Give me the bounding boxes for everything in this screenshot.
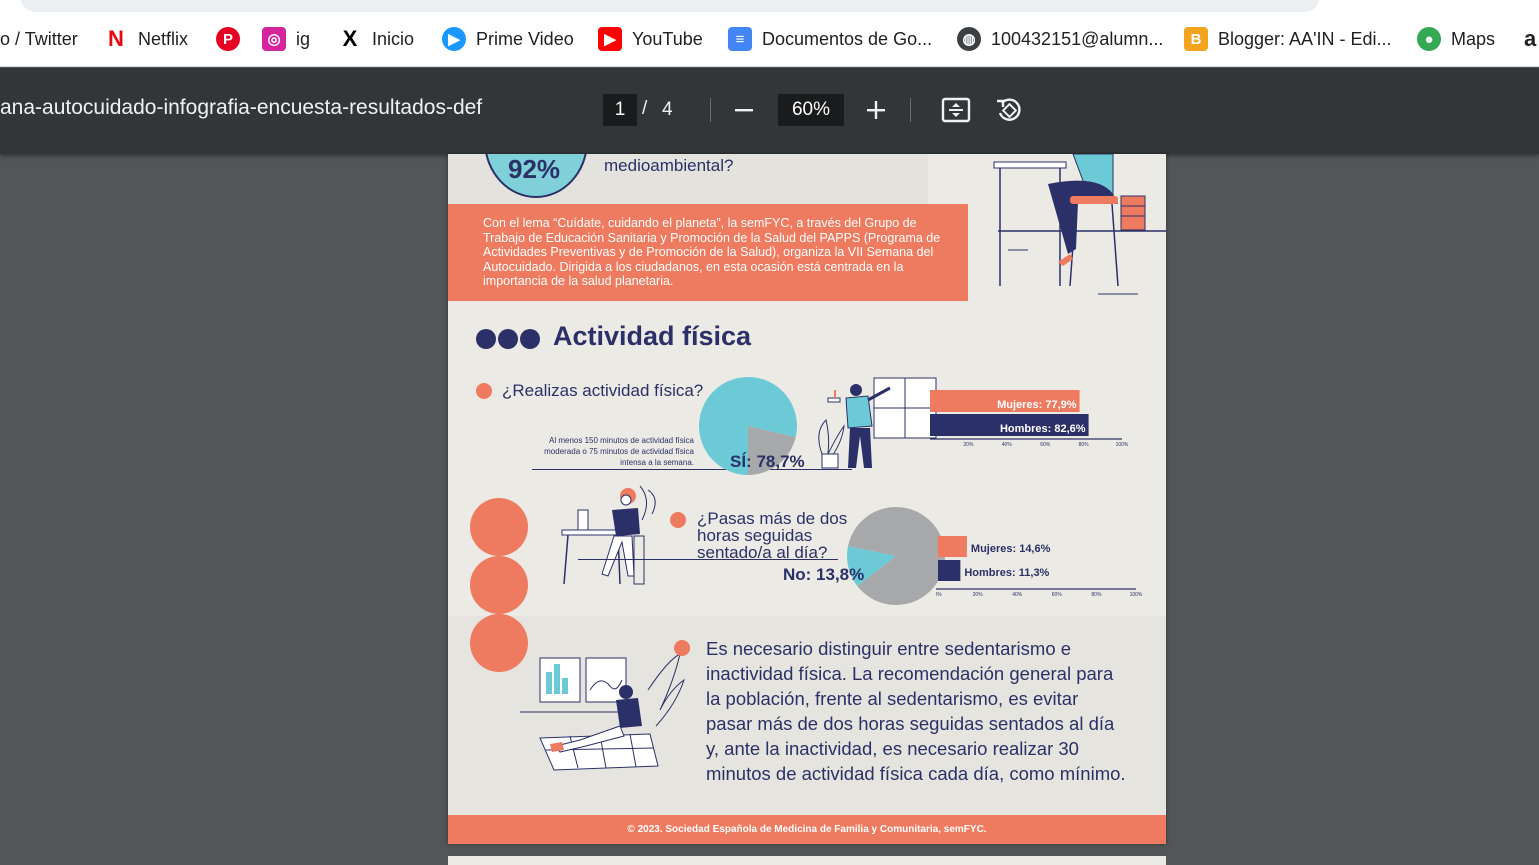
tick-label: 40% xyxy=(1012,592,1023,598)
sitting-pie-label: No: 13,8% xyxy=(783,565,865,584)
maps-icon: ● xyxy=(1417,27,1441,51)
tick-label: 100% xyxy=(1130,592,1143,598)
section-title: Actividad física xyxy=(553,321,752,351)
bookmark-label: Maps xyxy=(1451,28,1496,49)
zoom-level-input[interactable]: 60% xyxy=(778,94,844,126)
activity-bar-chart: Mujeres: 77,9% Hombres: 82,6% 20% 40% 60% 80%… xyxy=(930,390,1128,448)
section-dots xyxy=(476,329,540,349)
rule-line xyxy=(578,559,838,560)
youtube-icon: ▶ xyxy=(598,27,622,51)
tick-label: 40% xyxy=(1002,442,1013,448)
bar-label: Mujeres: 77,9% xyxy=(997,399,1077,411)
tick-label: 60% xyxy=(1052,592,1063,598)
pdf-toolbar: ana-autocuidado-infografia-encuesta-resu… xyxy=(0,68,1539,154)
deco-circle xyxy=(470,556,528,614)
prime-video-icon: ▶ xyxy=(442,27,466,51)
bookmark-item[interactable]: P xyxy=(216,24,240,54)
question-activity: ¿Realizas actividad física? xyxy=(502,381,704,400)
instagram-icon: ◎ xyxy=(262,27,286,51)
deco-circle xyxy=(470,498,528,556)
tick-label: 100% xyxy=(1116,442,1128,448)
pdf-page: 92% medioambiental? Con el lema “Cuídate… xyxy=(448,154,1166,844)
bookmark-item[interactable]: N Netflix xyxy=(104,24,188,54)
person-relaxing-illustration xyxy=(520,653,685,771)
question-sitting-line2: horas seguidas xyxy=(697,526,813,545)
bookmark-label: 100432151@alumn... xyxy=(991,28,1164,49)
bookmark-item[interactable]: ◎ ig xyxy=(262,24,310,54)
google-docs-icon: ≡ xyxy=(728,27,752,51)
globe-icon: ◍ xyxy=(957,27,981,51)
rotate-icon[interactable] xyxy=(993,94,1025,126)
bookmark-item[interactable]: B Blogger: AA'IN - Edi... xyxy=(1184,24,1392,54)
bar xyxy=(938,560,961,581)
zoom-in-button[interactable] xyxy=(858,92,894,128)
toolbar-divider xyxy=(710,98,711,122)
tick-label: 80% xyxy=(1091,592,1102,598)
bookmark-item[interactable]: a xyxy=(1524,24,1536,54)
intro-text: Con el lema “Cuídate, cuidando el planet… xyxy=(483,216,941,288)
bookmark-label: a xyxy=(1524,26,1537,51)
activity-pie-label: SÍ: 78,7% xyxy=(730,452,805,471)
x-twitter-icon: X xyxy=(342,26,358,51)
bookmark-label: Documentos de Go... xyxy=(762,28,933,49)
page-separator: / xyxy=(642,98,648,119)
bookmark-label: o / Twitter xyxy=(0,28,78,49)
plus-icon xyxy=(867,101,885,119)
page-number-input[interactable]: 1 xyxy=(603,94,637,126)
question-sitting-line1: ¿Pasas más de dos xyxy=(697,509,848,528)
document-title: ana-autocuidado-infografia-encuesta-resu… xyxy=(0,96,483,119)
bookmark-label: Netflix xyxy=(138,28,189,49)
bar-label: Hombres: 11,3% xyxy=(964,567,1049,579)
address-bar-edge[interactable] xyxy=(20,0,1320,12)
pinterest-icon: P xyxy=(216,27,240,51)
bullet-dot xyxy=(674,640,690,656)
tick-label: 0% xyxy=(936,592,942,598)
bar xyxy=(938,536,967,557)
bar-label: Mujeres: 14,6% xyxy=(971,543,1051,555)
top-question-tail: medioambiental? xyxy=(604,156,734,175)
minus-icon xyxy=(735,109,753,112)
bullet-dot xyxy=(670,512,686,528)
tick-label: 80% xyxy=(1079,442,1090,448)
tick-label: 20% xyxy=(973,592,984,598)
woman-laptop-illustration xyxy=(561,485,656,585)
bullet-dot xyxy=(476,383,492,399)
bookmark-item[interactable]: ● Maps xyxy=(1417,24,1495,54)
fit-page-icon[interactable] xyxy=(940,94,972,126)
bookmark-item[interactable]: o / Twitter xyxy=(0,24,78,54)
sedentarism-text: Es necesario distinguir entre sedentaris… xyxy=(706,638,1126,784)
sitting-pie-chart xyxy=(847,507,945,605)
person-desk-illustration xyxy=(993,154,1166,295)
toolbar-divider xyxy=(910,98,911,122)
activity-note: Al menos 150 minutos de actividad física… xyxy=(544,436,694,467)
bookmark-item[interactable]: X Inicio xyxy=(338,24,414,54)
page-footer: © 2023. Sociedad Española de Medicina de… xyxy=(448,815,1166,844)
sitting-bar-chart: Mujeres: 14,6% Hombres: 11,3% 0% 20% 40% 60% 8… xyxy=(936,536,1143,598)
bookmark-label: Blogger: AA'IN - Edi... xyxy=(1218,28,1392,49)
bookmark-item[interactable]: ▶ YouTube xyxy=(598,24,703,54)
tick-label: 60% xyxy=(1040,442,1051,448)
zoom-out-button[interactable] xyxy=(726,92,762,128)
person-exercise-illustration xyxy=(818,377,937,469)
intro-box: Con el lema “Cuídate, cuidando el planet… xyxy=(448,204,968,301)
bookmark-item[interactable]: ≡ Documentos de Go... xyxy=(728,24,932,54)
blogger-icon: B xyxy=(1184,27,1208,51)
bookmark-label: Prime Video xyxy=(476,28,574,49)
bookmark-item[interactable]: ◍ 100432151@alumn... xyxy=(957,24,1163,54)
page-total: 4 xyxy=(662,99,673,120)
bookmark-label: YouTube xyxy=(632,28,703,49)
top-percent: 92% xyxy=(508,154,561,184)
bookmarks-bar: o / Twitter N Netflix P ◎ ig X Inicio ▶ Prime Vid… xyxy=(0,0,1539,67)
bookmark-item[interactable]: ▶ Prime Video xyxy=(442,24,574,54)
netflix-icon: N xyxy=(108,26,124,51)
bookmark-label: Inicio xyxy=(372,28,415,49)
tick-label: 20% xyxy=(963,442,974,448)
next-page-edge xyxy=(448,856,1166,865)
bookmark-label: ig xyxy=(296,28,311,49)
bar-label: Hombres: 82,6% xyxy=(1000,423,1086,435)
